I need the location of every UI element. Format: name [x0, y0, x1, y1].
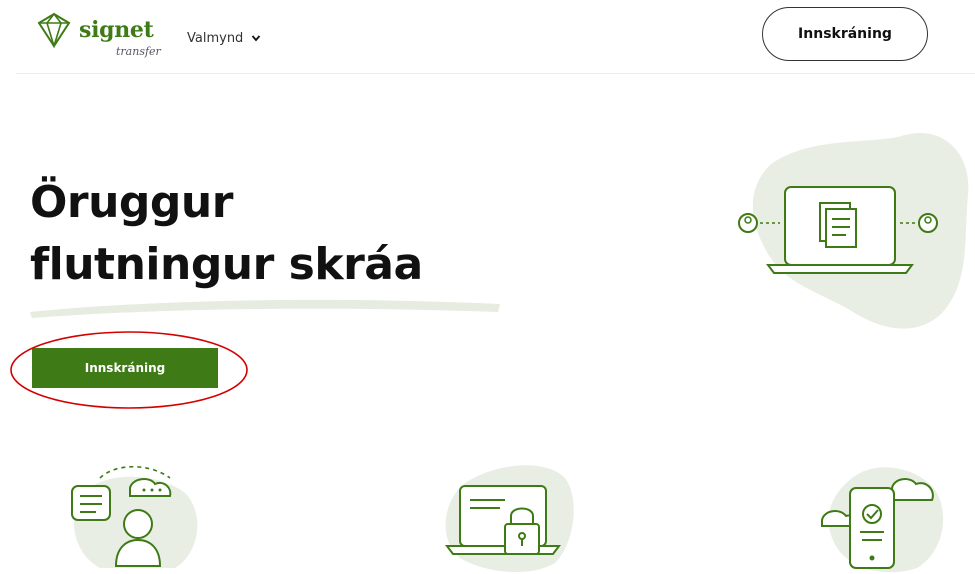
phone-cloud-check-icon — [821, 467, 944, 573]
menu-label: Valmynd — [187, 30, 244, 46]
site-header: signet transfer Valmynd Innskráning — [0, 0, 975, 74]
laptop-lock-icon — [445, 465, 574, 573]
hero-title-line-2: flutningur skráa — [30, 239, 423, 290]
header-login-button[interactable]: Innskráning — [762, 7, 928, 61]
hero-title: Öruggur flutningur skráa — [30, 172, 423, 296]
header-divider — [16, 73, 975, 74]
gem-logo-icon — [37, 12, 71, 48]
chevron-down-icon — [252, 35, 261, 42]
logo-subtitle: transfer — [116, 45, 161, 58]
laptop-documents-icon — [738, 133, 969, 329]
hero-login-button[interactable]: Innskráning — [32, 348, 218, 388]
title-underline-swoosh — [30, 299, 500, 318]
support-chat-icon — [71, 465, 198, 568]
hero-title-line-1: Öruggur — [30, 177, 233, 228]
signet-logo[interactable]: signet transfer — [36, 12, 166, 60]
menu-dropdown[interactable]: Valmynd — [187, 28, 261, 48]
logo-wordmark: signet — [79, 17, 154, 43]
